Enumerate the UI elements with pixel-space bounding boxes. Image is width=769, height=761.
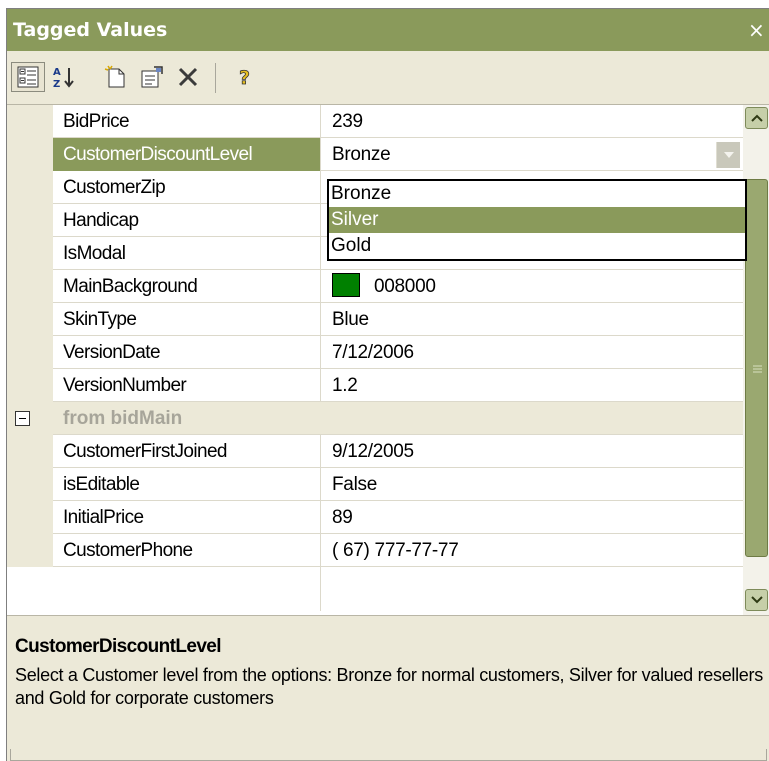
property-row[interactable]: InitialPrice 89 — [7, 501, 743, 534]
property-value-text: 008000 — [374, 276, 436, 297]
property-name[interactable]: MainBackground — [53, 270, 321, 303]
svg-text:Z: Z — [53, 79, 60, 89]
property-value[interactable]: False — [322, 468, 743, 501]
row-gutter — [7, 402, 53, 435]
toolbar: A Z ? — [7, 51, 769, 105]
discount-level-dropdown-list[interactable]: Bronze Silver Gold — [327, 179, 747, 261]
dropdown-option-bronze[interactable]: Bronze — [329, 181, 745, 207]
property-row[interactable]: SkinType Blue — [7, 303, 743, 336]
categorized-view-button[interactable] — [11, 62, 45, 92]
row-gutter — [7, 105, 53, 138]
delete-x-icon — [178, 67, 198, 87]
property-row[interactable]: MainBackground 008000 — [7, 270, 743, 303]
description-text: Select a Customer level from the options… — [15, 665, 763, 708]
svg-text:A: A — [53, 67, 61, 78]
scroll-down-button[interactable] — [745, 589, 768, 611]
property-name[interactable]: CustomerFirstJoined — [53, 435, 321, 468]
category-row[interactable]: from bidMain — [7, 402, 743, 435]
property-value[interactable]: ( 67) 777-77-77 — [322, 534, 743, 567]
sort-az-icon: A Z — [53, 67, 74, 89]
properties-button[interactable] — [135, 62, 169, 92]
alphabetical-sort-button[interactable]: A Z — [47, 62, 81, 92]
svg-text:?: ? — [239, 67, 250, 89]
row-gutter — [7, 336, 53, 369]
new-tag-button[interactable] — [99, 62, 133, 92]
property-name[interactable]: CustomerDiscountLevel — [53, 138, 321, 171]
description-panel: CustomerDiscountLevel Select a Customer … — [7, 615, 769, 761]
property-value[interactable]: 7/12/2006 — [322, 336, 743, 369]
chevron-down-icon — [723, 152, 734, 158]
property-value[interactable]: 89 — [322, 501, 743, 534]
row-gutter — [7, 468, 53, 501]
scroll-up-button[interactable] — [745, 107, 768, 129]
row-gutter — [7, 303, 53, 336]
row-gutter — [7, 369, 53, 402]
row-gutter — [7, 270, 53, 303]
combo-dropdown-button[interactable] — [716, 142, 740, 168]
property-row[interactable]: CustomerFirstJoined 9/12/2005 — [7, 435, 743, 468]
property-value[interactable]: 9/12/2005 — [322, 435, 743, 468]
row-gutter — [7, 204, 53, 237]
row-gutter — [7, 435, 53, 468]
property-value[interactable]: 008000 — [322, 270, 743, 303]
row-gutter — [7, 534, 53, 567]
property-row[interactable]: BidPrice 239 — [7, 105, 743, 138]
property-row[interactable]: VersionNumber 1.2 — [7, 369, 743, 402]
property-name[interactable]: CustomerPhone — [53, 534, 321, 567]
property-name[interactable]: SkinType — [53, 303, 321, 336]
property-name[interactable]: Handicap — [53, 204, 321, 237]
close-icon[interactable]: × — [748, 18, 765, 42]
property-row[interactable]: VersionDate 7/12/2006 — [7, 336, 743, 369]
title-bar: Tagged Values × — [7, 9, 769, 51]
row-gutter — [7, 501, 53, 534]
grip-icon — [753, 365, 762, 373]
dropdown-option-gold[interactable]: Gold — [329, 233, 745, 259]
categorized-icon — [17, 66, 39, 88]
properties-icon — [141, 66, 163, 88]
row-gutter — [7, 171, 53, 204]
property-value[interactable]: 1.2 — [322, 369, 743, 402]
row-gutter — [7, 138, 53, 171]
property-value[interactable]: Bronze — [322, 138, 743, 171]
delete-button[interactable] — [171, 62, 205, 92]
row-gutter — [7, 237, 53, 270]
new-document-icon — [104, 65, 125, 88]
chevron-down-icon — [750, 596, 763, 604]
scroll-thumb[interactable] — [745, 179, 768, 557]
window-title: Tagged Values — [13, 19, 168, 41]
property-row[interactable]: CustomerPhone( 67) 777-77-77 — [7, 534, 743, 567]
property-name[interactable]: isEditable — [53, 468, 321, 501]
category-label: from bidMain — [63, 408, 183, 429]
color-swatch — [332, 273, 360, 298]
property-name[interactable]: InitialPrice — [53, 501, 321, 534]
property-name[interactable]: BidPrice — [53, 105, 321, 138]
empty-name-cell — [53, 567, 321, 611]
tagged-values-window: Tagged Values × A Z ? BidPrice 239 Custo… — [6, 8, 769, 761]
property-row[interactable]: CustomerDiscountLevel Bronze — [7, 138, 743, 171]
description-frame — [10, 749, 767, 761]
help-question-icon: ? — [239, 67, 251, 89]
property-name[interactable]: IsModal — [53, 237, 321, 270]
property-name[interactable]: VersionDate — [53, 336, 321, 369]
property-name[interactable]: CustomerZip — [53, 171, 321, 204]
dropdown-option-silver[interactable]: Silver — [329, 207, 745, 233]
collapse-icon[interactable] — [15, 411, 30, 426]
description-title: CustomerDiscountLevel — [15, 636, 222, 657]
property-value[interactable]: Blue — [322, 303, 743, 336]
help-button[interactable]: ? — [229, 62, 263, 92]
property-row[interactable]: isEditable False — [7, 468, 743, 501]
property-value[interactable]: 239 — [322, 105, 743, 138]
empty-row — [7, 567, 743, 611]
chevron-up-icon — [750, 114, 763, 122]
toolbar-separator — [215, 63, 216, 93]
property-name[interactable]: VersionNumber — [53, 369, 321, 402]
